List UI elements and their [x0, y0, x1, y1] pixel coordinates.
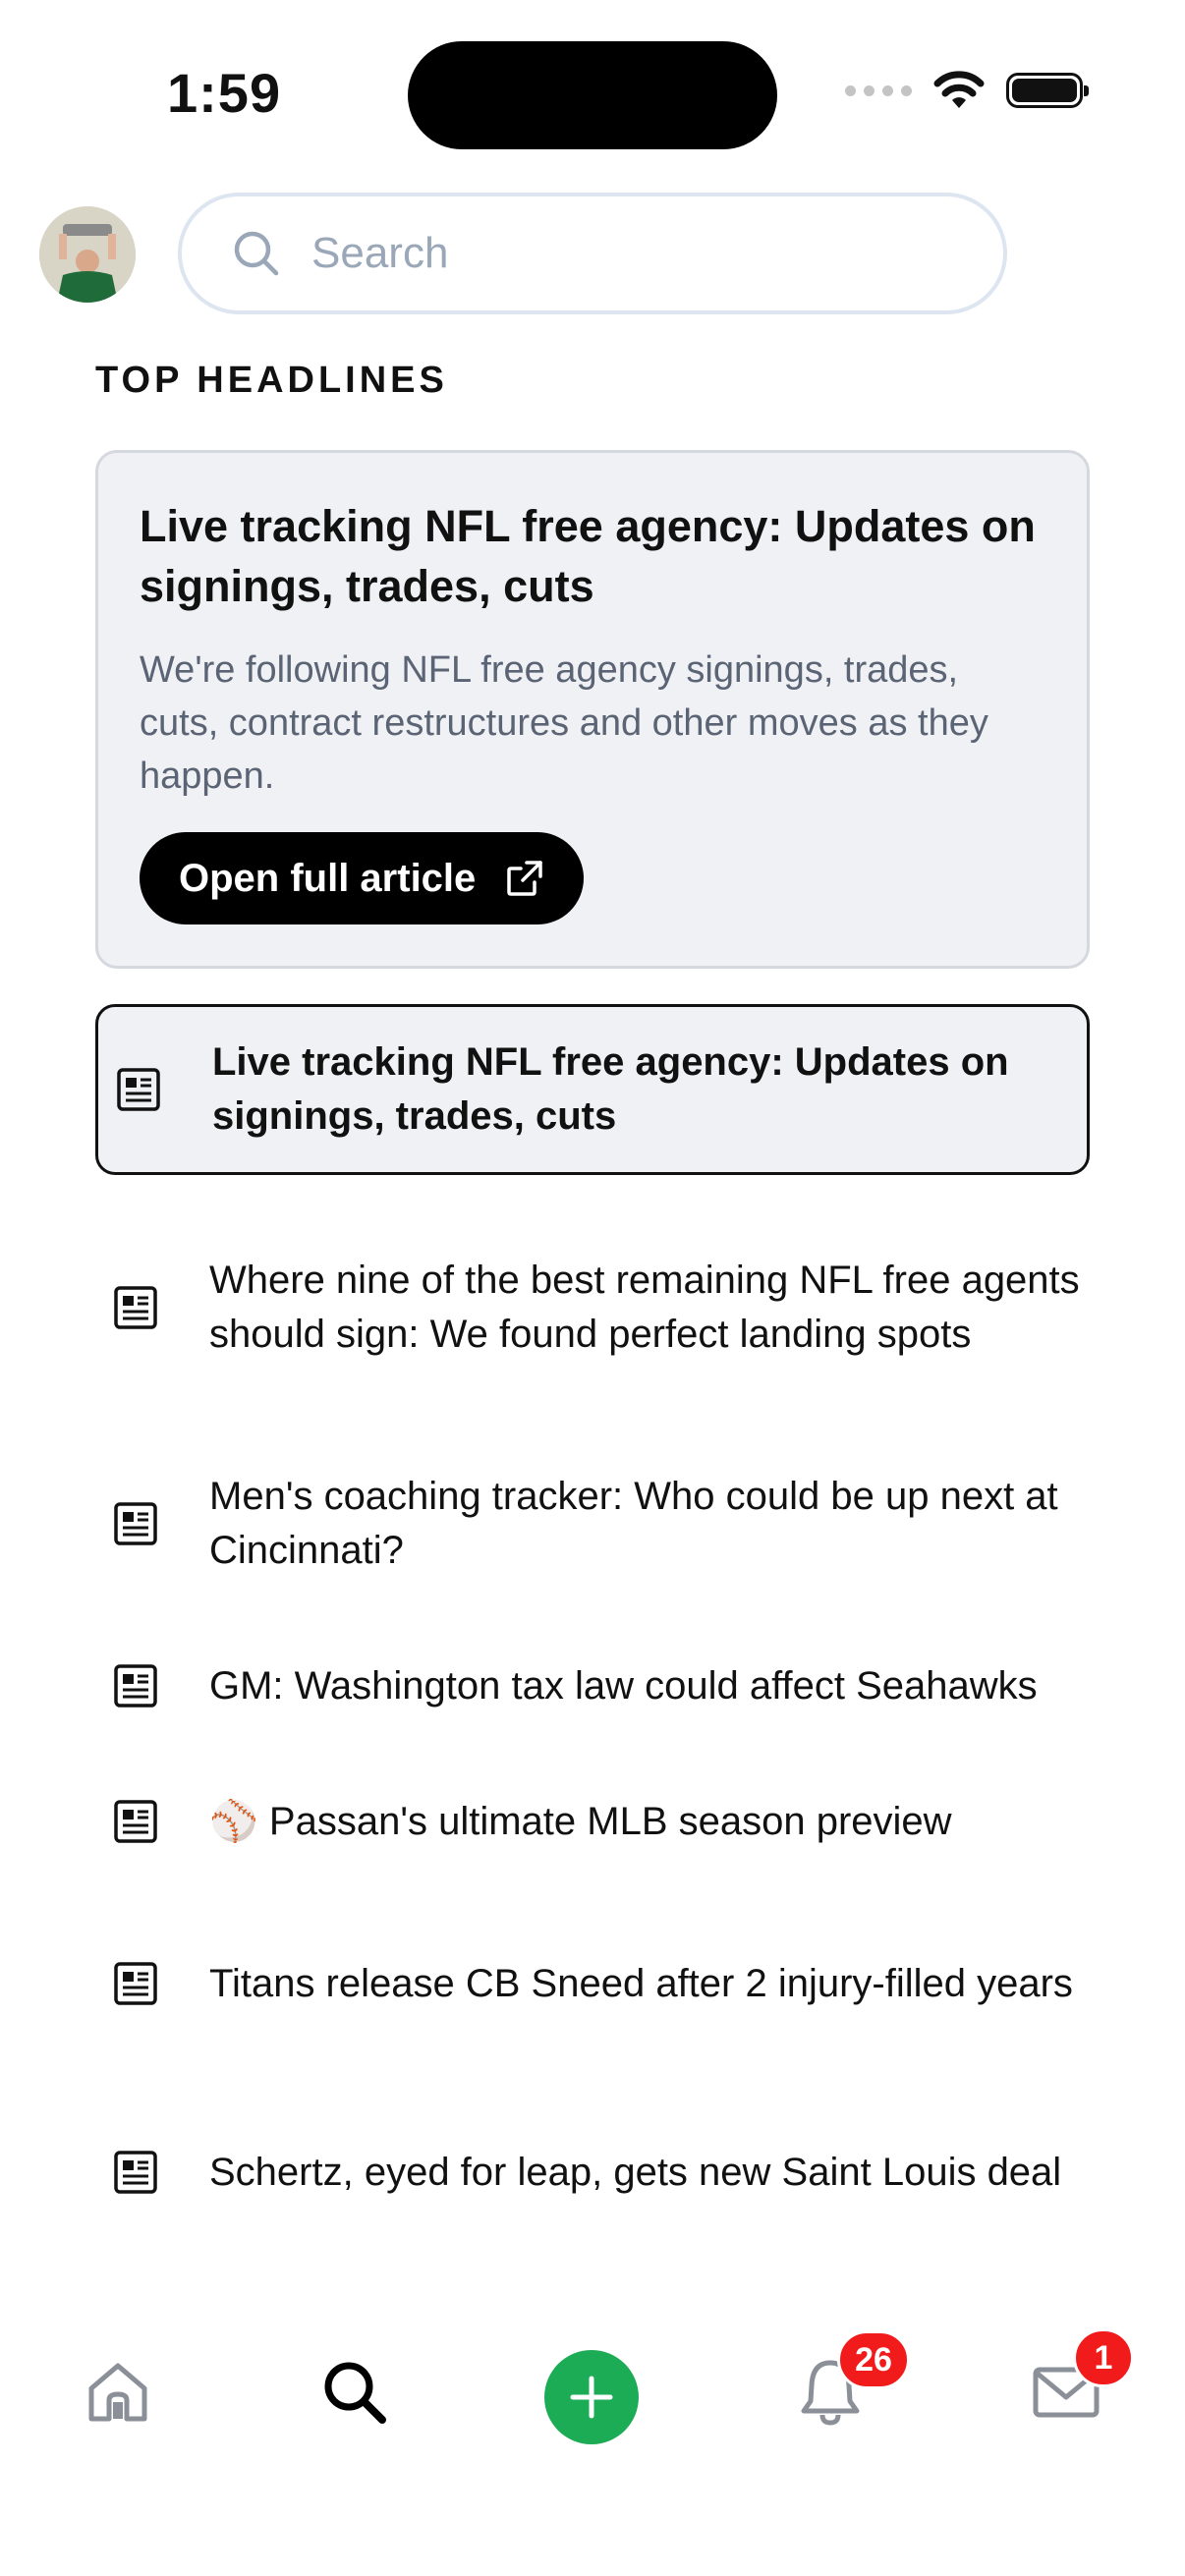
tab-search[interactable]: [310, 2348, 399, 2436]
plus-icon: [570, 2376, 613, 2419]
dynamic-island: [408, 41, 777, 149]
messages-badge: 1: [1073, 2328, 1134, 2387]
newspaper-icon: [114, 1800, 157, 1843]
avatar-image: [39, 206, 136, 303]
headline-item[interactable]: GM: Washington tax law could affect Seah…: [95, 1656, 1090, 1715]
status-icons: [845, 71, 1089, 110]
headline-item[interactable]: Men's coaching tracker: Who could be up …: [95, 1468, 1090, 1580]
headline-item[interactable]: Titans release CB Sneed after 2 injury-f…: [95, 1928, 1090, 2040]
headline-text: Live tracking NFL free agency: Updates o…: [212, 1040, 1009, 1138]
newspaper-icon: [114, 1502, 157, 1545]
featured-description: We're following NFL free agency signings…: [140, 649, 988, 797]
open-full-article-button[interactable]: Open full article: [140, 832, 585, 924]
notifications-badge: 26: [837, 2330, 910, 2389]
headline-text: Men's coaching tracker: Who could be up …: [209, 1475, 1058, 1572]
search-icon: [324, 2362, 386, 2424]
headline-item[interactable]: ⚾ Passan's ultimate MLB season preview: [95, 1792, 1090, 1851]
status-time: 1:59: [167, 62, 282, 124]
search-bar[interactable]: [178, 193, 1007, 314]
newspaper-icon: [117, 1068, 160, 1111]
newspaper-icon: [114, 1664, 157, 1708]
headline-item[interactable]: Live tracking NFL free agency: Updates o…: [95, 1004, 1090, 1175]
featured-article-card[interactable]: Live tracking NFL free agency: Updates o…: [95, 450, 1090, 969]
newspaper-icon: [114, 1286, 157, 1329]
newspaper-icon: [114, 1962, 157, 2005]
tab-home[interactable]: [74, 2348, 162, 2436]
external-link-icon: [507, 861, 543, 896]
compose-button[interactable]: [544, 2350, 639, 2444]
battery-icon: [1006, 73, 1089, 108]
open-full-article-label: Open full article: [179, 856, 477, 900]
headline-item[interactable]: Schertz, eyed for leap, gets new Saint L…: [95, 2116, 1090, 2228]
featured-title: Live tracking NFL free agency: Updates o…: [140, 501, 1036, 611]
wifi-icon: [933, 71, 985, 108]
headline-text: GM: Washington tax law could affect Seah…: [209, 1663, 1038, 1708]
headline-text: Where nine of the best remaining NFL fre…: [209, 1259, 1080, 1356]
headline-text: ⚾ Passan's ultimate MLB season preview: [209, 1799, 952, 1843]
section-title: TOP HEADLINES: [95, 360, 448, 401]
headline-text: Schertz, eyed for leap, gets new Saint L…: [209, 2150, 1062, 2194]
search-icon: [234, 231, 279, 276]
newspaper-icon: [114, 2151, 157, 2194]
search-input[interactable]: [310, 228, 903, 279]
home-icon: [88, 2363, 147, 2422]
cellular-signal-icon: [845, 84, 912, 96]
headline-text: Titans release CB Sneed after 2 injury-f…: [209, 1961, 1073, 2005]
profile-avatar[interactable]: [39, 206, 136, 303]
headline-item[interactable]: Where nine of the best remaining NFL fre…: [95, 1224, 1090, 1391]
